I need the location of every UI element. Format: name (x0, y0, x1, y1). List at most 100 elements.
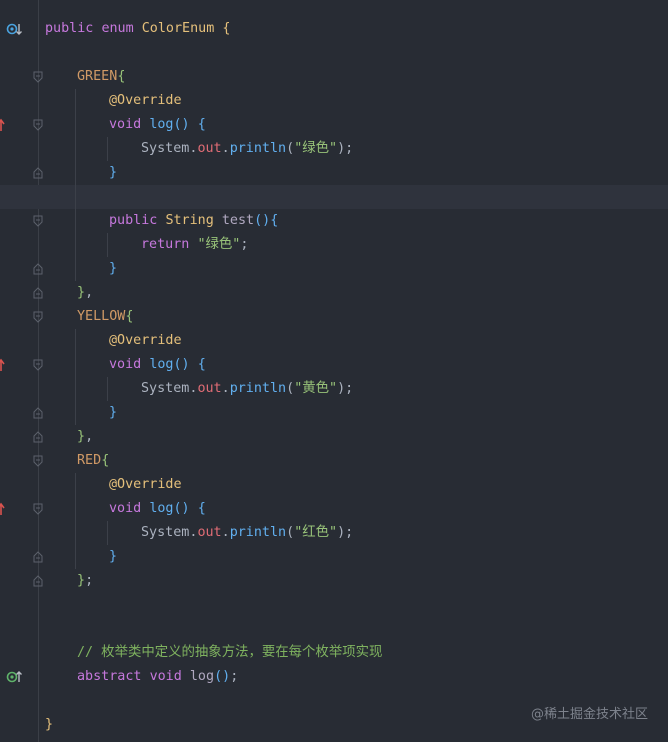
override-icon[interactable] (0, 501, 12, 517)
code-line[interactable] (0, 185, 668, 209)
code-line[interactable]: }, (0, 281, 668, 305)
fold-close-icon[interactable] (33, 575, 43, 587)
code-token: ; (230, 669, 239, 684)
code-line[interactable]: RED{ (0, 449, 668, 473)
fold-open-icon[interactable] (33, 503, 43, 515)
implemented-icon[interactable] (6, 669, 22, 685)
fold-close-icon[interactable] (33, 551, 43, 563)
fold-open-icon[interactable] (33, 311, 43, 323)
fold-open-icon[interactable] (33, 215, 43, 227)
fold-close-icon[interactable] (33, 167, 43, 179)
code-line[interactable] (0, 41, 668, 65)
code-text: }, (77, 281, 93, 305)
code-line[interactable]: @Override (0, 89, 668, 113)
code-line[interactable]: @Override (0, 329, 668, 353)
code-line[interactable]: System.out.println("黄色"); (0, 377, 668, 401)
fold-close-icon[interactable] (33, 263, 43, 275)
code-token: } (109, 165, 118, 180)
code-token: public (45, 21, 94, 36)
code-line[interactable] (0, 617, 668, 641)
code-token: YELLOW (77, 309, 126, 324)
code-token: () (173, 501, 190, 516)
code-token: System. (141, 381, 198, 396)
fold-open-icon[interactable] (33, 71, 43, 83)
indent-guide (75, 161, 76, 185)
code-token: () (173, 357, 190, 372)
code-line[interactable]: }, (0, 425, 668, 449)
code-line[interactable]: public String test(){ (0, 209, 668, 233)
code-line[interactable]: } (0, 257, 668, 281)
code-token: "红色" (294, 525, 338, 540)
code-line[interactable]: @Override (0, 473, 668, 497)
code-line[interactable]: } (0, 401, 668, 425)
code-line[interactable]: System.out.println("红色"); (0, 521, 668, 545)
code-line[interactable]: return "绿色"; (0, 233, 668, 257)
code-token: println (229, 525, 287, 540)
code-token: println (229, 381, 287, 396)
indent-guide (75, 521, 76, 545)
code-token: void (109, 501, 142, 516)
code-line[interactable]: } (0, 161, 668, 185)
code-token: "黄色" (294, 381, 338, 396)
indent-guide (75, 233, 76, 257)
override-icon[interactable] (0, 117, 12, 133)
code-token: // 枚举类中定义的抽象方法，要在每个枚举项实现 (77, 645, 383, 660)
code-line[interactable] (0, 593, 668, 617)
code-text: abstract void log(); (77, 665, 238, 689)
code-token: GREEN (77, 69, 118, 84)
code-token: ); (337, 141, 354, 156)
code-token: test (221, 213, 255, 228)
code-token: (){ (254, 213, 279, 228)
indent-guide (75, 353, 76, 377)
code-line[interactable]: YELLOW{ (0, 305, 668, 329)
code-line[interactable]: abstract void log(); (0, 665, 668, 689)
code-token: log (149, 357, 174, 372)
code-text: } (109, 545, 117, 569)
code-token: { (125, 309, 134, 324)
code-token: ; (240, 237, 249, 252)
code-line[interactable]: GREEN{ (0, 65, 668, 89)
code-token: ( (286, 141, 295, 156)
code-token: ); (337, 525, 354, 540)
code-token: } (109, 405, 118, 420)
indent-guide (75, 473, 76, 497)
code-line[interactable]: public enum ColorEnum { (0, 17, 668, 41)
code-line[interactable]: void log() { (0, 497, 668, 521)
code-token: , (85, 285, 94, 300)
code-text: @Override (109, 89, 182, 113)
code-line[interactable]: } (0, 545, 668, 569)
fold-open-icon[interactable] (33, 119, 43, 131)
code-token: System. (141, 525, 198, 540)
code-token: String (165, 213, 214, 228)
fold-close-icon[interactable] (33, 287, 43, 299)
fold-open-icon[interactable] (33, 455, 43, 467)
code-text: GREEN{ (77, 65, 125, 89)
code-text: void log() { (109, 353, 206, 377)
code-token: void (149, 669, 182, 684)
indent-guide (107, 521, 108, 545)
code-line[interactable]: void log() { (0, 113, 668, 137)
code-token: @Override (109, 93, 182, 108)
code-token: () (173, 117, 190, 132)
indent-guide (75, 185, 76, 209)
code-line[interactable]: }; (0, 569, 668, 593)
code-line[interactable]: void log() { (0, 353, 668, 377)
override-icon[interactable] (0, 357, 12, 373)
implements-icon[interactable] (6, 21, 22, 37)
fold-open-icon[interactable] (33, 359, 43, 371)
code-line[interactable]: System.out.println("绿色"); (0, 137, 668, 161)
code-token: void (109, 117, 142, 132)
fold-close-icon[interactable] (33, 407, 43, 419)
code-line[interactable]: // 枚举类中定义的抽象方法，要在每个枚举项实现 (0, 641, 668, 665)
indent-guide (75, 401, 76, 425)
indent-guide (75, 545, 76, 569)
fold-close-icon[interactable] (33, 431, 43, 443)
code-text: RED{ (77, 449, 109, 473)
code-token: { (197, 357, 206, 372)
code-token: ( (286, 525, 295, 540)
code-text: void log() { (109, 113, 206, 137)
code-token: , (85, 429, 94, 444)
